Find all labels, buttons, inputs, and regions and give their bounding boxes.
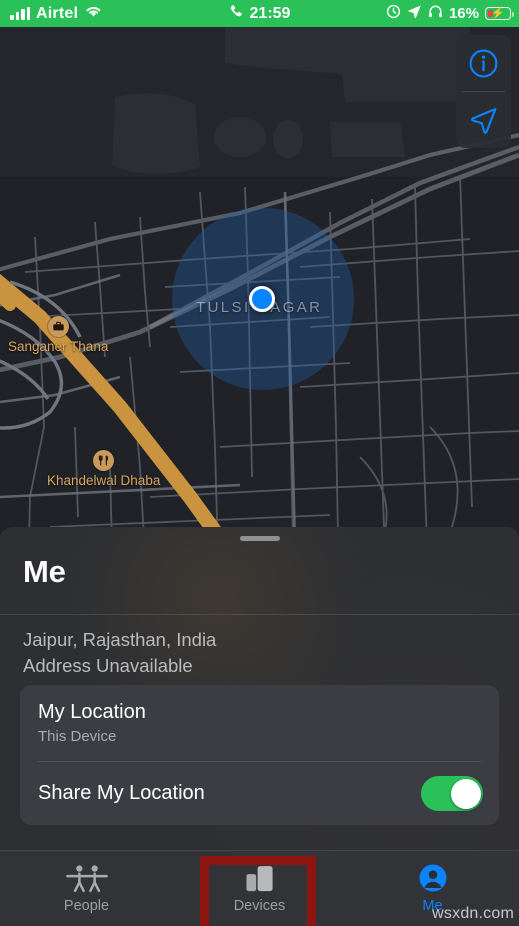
status-bar-right: 16% ⚡ xyxy=(386,4,514,24)
status-bar: Airtel 21:59 16% ⚡ xyxy=(0,0,519,27)
tab-label: Devices xyxy=(233,898,286,914)
sheet-title-divider xyxy=(0,614,519,615)
battery-charging-icon: ⚡ xyxy=(485,7,514,20)
user-location-dot[interactable] xyxy=(249,286,275,312)
phone-screen: Airtel 21:59 16% ⚡ TULSI NAGAR Sanganer … xyxy=(0,0,519,926)
info-button[interactable] xyxy=(456,35,511,91)
location-card: My Location This Device Share My Locatio… xyxy=(20,685,499,825)
alarm-clock-icon xyxy=(386,4,401,24)
location-arrow-icon xyxy=(407,4,422,24)
share-my-location-toggle[interactable] xyxy=(421,776,483,811)
share-my-location-row[interactable]: Share My Location xyxy=(20,762,499,825)
my-location-title: My Location xyxy=(38,701,146,723)
address-line-region: Jaipur, Rajasthan, India xyxy=(23,629,217,650)
devices-icon xyxy=(243,863,277,893)
tab-label: People xyxy=(63,898,110,914)
battery-percent-label: 16% xyxy=(448,5,479,22)
location-address: Jaipur, Rajasthan, India Address Unavail… xyxy=(23,627,216,679)
location-arrow-icon xyxy=(471,107,497,134)
map-controls xyxy=(456,35,511,148)
headphones-icon xyxy=(428,4,443,24)
info-circle-icon xyxy=(469,49,498,77)
charging-bolt-glyph: ⚡ xyxy=(491,7,505,19)
address-line-detail: Address Unavailable xyxy=(23,655,193,676)
recenter-button[interactable] xyxy=(456,92,511,148)
toggle-knob xyxy=(450,778,481,809)
phone-call-icon xyxy=(229,4,244,24)
my-location-subtitle: This Device xyxy=(38,728,117,745)
page-title: Me xyxy=(23,554,66,589)
status-time: 21:59 xyxy=(249,4,291,22)
watermark-label: wsxdn.com xyxy=(432,905,514,922)
share-my-location-label: Share My Location xyxy=(38,782,205,804)
tab-devices[interactable]: Devices xyxy=(173,851,346,926)
person-circle-icon xyxy=(417,863,449,893)
my-location-row[interactable]: My Location This Device xyxy=(20,685,499,761)
tab-people[interactable]: People xyxy=(0,851,173,926)
two-people-icon xyxy=(65,863,109,893)
sheet-grabber[interactable] xyxy=(239,536,280,541)
